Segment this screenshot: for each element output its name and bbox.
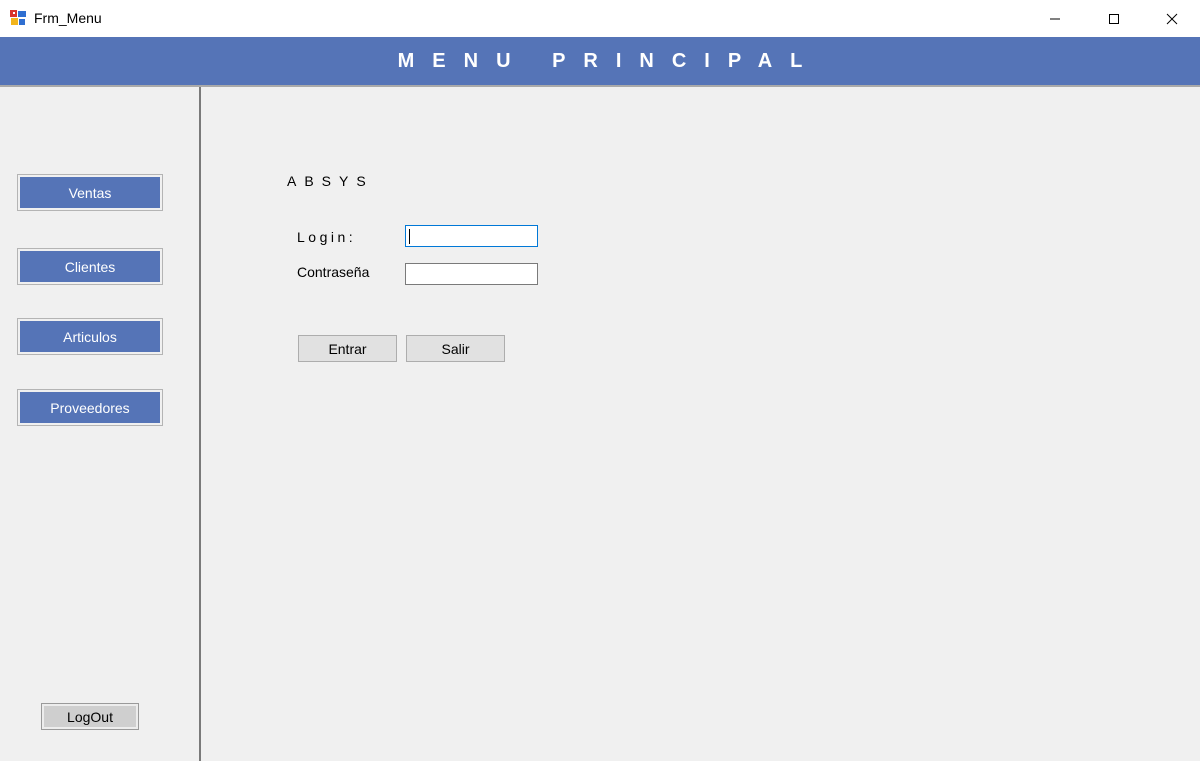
brand-label: ABSYS	[287, 173, 374, 189]
sidebar-item-articulos[interactable]: Articulos	[17, 318, 163, 355]
sidebar-divider	[199, 87, 201, 761]
sidebar-item-label: Ventas	[20, 177, 160, 208]
app-form-icon	[10, 10, 26, 26]
sidebar-item-label: Articulos	[20, 321, 160, 352]
window-title: Frm_Menu	[34, 10, 102, 26]
password-input[interactable]	[405, 263, 538, 285]
page-title: MENU PRINCIPAL	[397, 49, 821, 72]
logout-label: LogOut	[44, 706, 136, 727]
text-cursor	[409, 229, 410, 244]
sidebar-item-ventas[interactable]: Ventas	[17, 174, 163, 211]
sidebar-item-label: Clientes	[20, 251, 160, 282]
exit-button[interactable]: Salir	[406, 335, 505, 362]
login-input[interactable]	[405, 225, 538, 247]
minimize-icon	[1050, 18, 1060, 19]
sidebar-item-label: Proveedores	[20, 392, 160, 423]
close-icon	[1166, 13, 1178, 24]
close-button[interactable]	[1143, 0, 1200, 37]
logout-button[interactable]: LogOut	[41, 703, 139, 730]
sidebar-item-proveedores[interactable]: Proveedores	[17, 389, 163, 426]
enter-button[interactable]: Entrar	[298, 335, 397, 362]
sidebar-item-clientes[interactable]: Clientes	[17, 248, 163, 285]
maximize-button[interactable]	[1085, 0, 1143, 37]
password-label: Contraseña	[297, 264, 370, 280]
login-label: Login:	[297, 229, 357, 245]
maximize-icon	[1109, 13, 1119, 24]
main-menu-header: MENU PRINCIPAL	[0, 37, 1200, 85]
minimize-button[interactable]	[1026, 0, 1084, 37]
window-titlebar[interactable]: Frm_Menu	[0, 0, 1200, 37]
